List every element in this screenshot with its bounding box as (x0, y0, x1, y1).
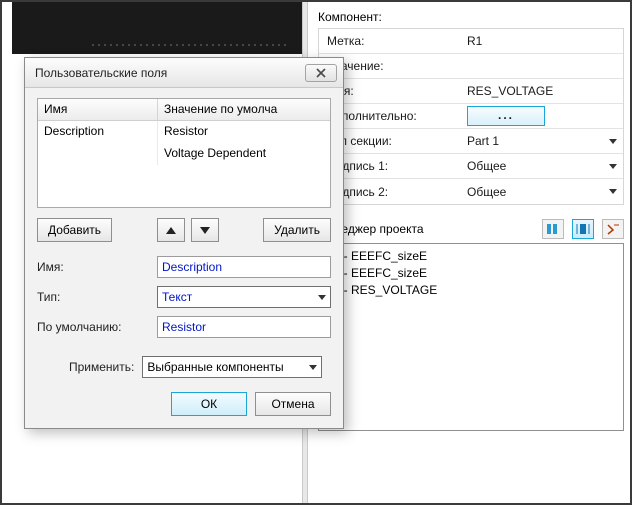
table-row[interactable]: Description Resistor (38, 121, 330, 143)
move-up-button[interactable] (157, 218, 185, 242)
grid-cell-default: Resistor (158, 121, 330, 143)
close-button[interactable] (305, 64, 337, 82)
dialog-title: Пользовательские поля (35, 66, 167, 80)
grid-cell-default: Voltage Dependent (158, 143, 330, 165)
prop-section-text: Part 1 (467, 134, 499, 148)
list-item[interactable]: C2 - EEEFC_sizeE (325, 265, 617, 282)
grid-cell-name: Description (38, 121, 158, 143)
field-type-value: Текст (162, 290, 192, 304)
grid-cell-name (38, 143, 158, 165)
prop-extra-label: Дополнительно: (327, 109, 467, 123)
manager-view3-button[interactable] (602, 219, 624, 239)
field-type-combo[interactable]: Текст (157, 286, 331, 308)
triangle-down-icon (200, 227, 210, 234)
ok-button[interactable]: ОК (171, 392, 247, 416)
prop-name-value[interactable]: RES_VOLTAGE (467, 84, 623, 98)
field-default-label: По умолчанию: (37, 320, 157, 334)
dialog-titlebar[interactable]: Пользовательские поля (25, 58, 343, 88)
chevron-down-icon (609, 139, 617, 144)
apply-combo[interactable]: Выбранные компоненты (142, 356, 322, 378)
manager-view1-button[interactable] (542, 219, 564, 239)
prop-extra-value: ... (467, 106, 623, 126)
list-item[interactable]: R1 - RES_VOLTAGE (325, 282, 617, 299)
prop-value-label: Значение: (327, 59, 467, 73)
prop-caption1-value[interactable]: Общее (467, 159, 623, 173)
chevron-down-icon (309, 365, 317, 370)
schematic-canvas[interactable] (12, 2, 302, 54)
triangle-up-icon (166, 227, 176, 234)
move-down-button[interactable] (191, 218, 219, 242)
prop-label-value[interactable]: R1 (467, 34, 623, 48)
chevron-down-icon (609, 189, 617, 194)
cancel-button[interactable]: Отмена (255, 392, 331, 416)
fields-grid[interactable]: Имя Значение по умолча Description Resis… (37, 98, 331, 208)
field-name-label: Имя: (37, 260, 157, 274)
apply-value: Выбранные компоненты (147, 360, 283, 374)
field-default-input[interactable] (157, 316, 331, 338)
prop-section-label: Тип секции: (327, 134, 467, 148)
grid-header-name[interactable]: Имя (38, 99, 158, 120)
prop-section-value[interactable]: Part 1 (467, 134, 623, 148)
table-row[interactable]: Voltage Dependent (38, 143, 330, 165)
list-item[interactable]: C1 - EEEFC_sizeE (325, 248, 617, 265)
grid-dots (90, 42, 290, 50)
field-name-input[interactable] (157, 256, 331, 278)
prop-name-label: Имя: (327, 84, 467, 98)
chevron-down-icon (318, 295, 326, 300)
add-button[interactable]: Добавить (37, 218, 112, 242)
apply-label: Применить: (69, 360, 134, 374)
delete-button[interactable]: Удалить (263, 218, 331, 242)
prop-caption2-label: Надпись 2: (327, 185, 467, 199)
prop-label-label: Метка: (327, 34, 467, 48)
component-header: Компонент: (318, 10, 624, 24)
close-icon (315, 68, 327, 78)
user-fields-dialog: Пользовательские поля Имя Значение по ум… (24, 57, 344, 429)
field-type-label: Тип: (37, 290, 157, 304)
prop-caption2-text: Общее (467, 185, 506, 199)
manager-view2-button[interactable] (572, 219, 594, 239)
prop-caption1-text: Общее (467, 159, 506, 173)
grid-header-default[interactable]: Значение по умолча (158, 99, 330, 120)
extra-ellipsis-button[interactable]: ... (467, 106, 545, 126)
prop-caption1-label: Надпись 1: (327, 159, 467, 173)
prop-caption2-value[interactable]: Общее (467, 185, 623, 199)
project-manager-list[interactable]: C1 - EEEFC_sizeE C2 - EEEFC_sizeE R1 - R… (318, 243, 624, 431)
chevron-down-icon (609, 164, 617, 169)
component-properties: Метка: R1 Значение: Имя: RES_VOLTAGE Доп… (318, 28, 624, 205)
